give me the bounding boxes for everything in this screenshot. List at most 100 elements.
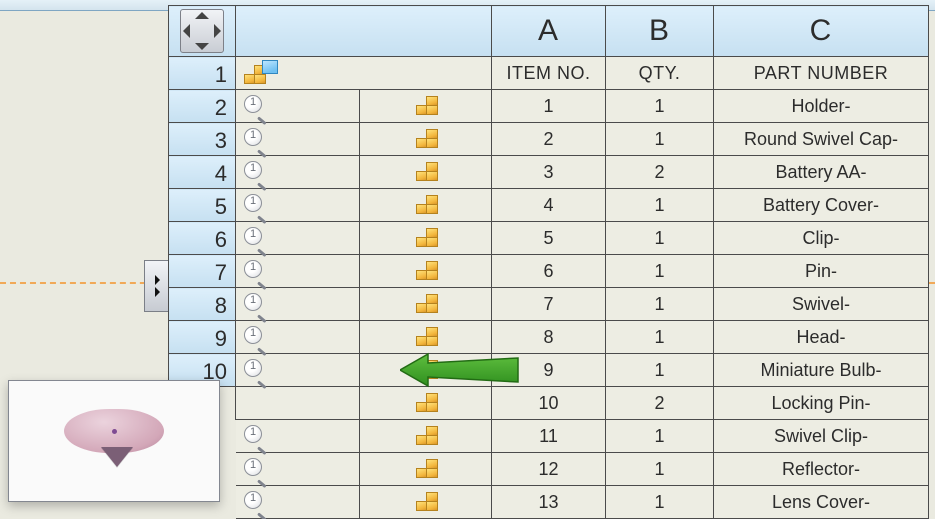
cell-part[interactable]: Swivel Clip- xyxy=(714,420,929,453)
magnifier-cell[interactable]: 1 xyxy=(236,123,360,156)
cell-qty[interactable]: 1 xyxy=(606,453,714,486)
cell-part[interactable]: Reflector- xyxy=(714,453,929,486)
cell-part[interactable]: Clip- xyxy=(714,222,929,255)
cell-qty[interactable]: 1 xyxy=(606,420,714,453)
magnifier-icon: 1 xyxy=(244,194,266,216)
table-row: 1 13 1 Lens Cover- xyxy=(169,486,929,519)
part-icon xyxy=(416,392,442,414)
magnifier-cell[interactable]: 1 xyxy=(236,486,360,519)
cell-item[interactable]: 10 xyxy=(492,387,606,420)
row-header[interactable]: 9 xyxy=(169,321,236,354)
row-header[interactable]: 5 xyxy=(169,189,236,222)
move-handle-cell[interactable] xyxy=(169,6,236,57)
cell-qty[interactable]: 1 xyxy=(606,354,714,387)
cell-item[interactable]: 9 xyxy=(492,354,606,387)
cell-item[interactable]: 1 xyxy=(492,90,606,123)
cell-item[interactable]: 6 xyxy=(492,255,606,288)
row-header[interactable]: 6 xyxy=(169,222,236,255)
cell-qty[interactable]: 1 xyxy=(606,255,714,288)
part-icon xyxy=(416,194,442,216)
column-header-A[interactable]: A xyxy=(492,6,606,57)
cell-item[interactable]: 2 xyxy=(492,123,606,156)
cell-qty[interactable]: 2 xyxy=(606,387,714,420)
magnifier-cell[interactable]: 1 xyxy=(236,156,360,189)
collapse-columns-tab[interactable] xyxy=(144,260,170,312)
cell-qty[interactable]: 1 xyxy=(606,90,714,123)
assembly-icon-cell[interactable] xyxy=(236,57,492,90)
table-row: 1 11 1 Swivel Clip- xyxy=(169,420,929,453)
row-header[interactable]: 2 xyxy=(169,90,236,123)
column-header-C[interactable]: C xyxy=(714,6,929,57)
cell-part[interactable]: Lens Cover- xyxy=(714,486,929,519)
cell-qty[interactable]: 1 xyxy=(606,123,714,156)
part-icon xyxy=(416,227,442,249)
part-icon-cell[interactable] xyxy=(360,486,492,519)
part-icon-cell[interactable] xyxy=(360,354,492,387)
cell-item[interactable]: 8 xyxy=(492,321,606,354)
cell-qty[interactable]: 1 xyxy=(606,321,714,354)
part-icon-cell[interactable] xyxy=(360,90,492,123)
table-label-row: 1 ITEM NO. QTY. PART NUMBER xyxy=(169,57,929,90)
part-icon-cell[interactable] xyxy=(360,387,492,420)
part-icon-cell[interactable] xyxy=(360,189,492,222)
cell-qty[interactable]: 1 xyxy=(606,486,714,519)
cell-qty[interactable]: 1 xyxy=(606,222,714,255)
column-header-B[interactable]: B xyxy=(606,6,714,57)
magnifier-icon: 1 xyxy=(244,293,266,315)
cell-part[interactable]: Battery Cover- xyxy=(714,189,929,222)
part-icon-cell[interactable] xyxy=(360,453,492,486)
cell-part[interactable]: Miniature Bulb- xyxy=(714,354,929,387)
part-icon-cell[interactable] xyxy=(360,288,492,321)
cell-part[interactable]: Swivel- xyxy=(714,288,929,321)
magnifier-cell[interactable]: 1 xyxy=(236,354,360,387)
magnifier-cell[interactable]: 1 xyxy=(236,189,360,222)
bom-table[interactable]: A B C 1 ITEM NO. QTY. PART NUMBER 2 1 xyxy=(168,5,929,519)
magnifier-cell[interactable]: 1 xyxy=(236,321,360,354)
icon-columns-header[interactable] xyxy=(236,6,492,57)
cell-part[interactable]: Round Swivel Cap- xyxy=(714,123,929,156)
cell-qty[interactable]: 1 xyxy=(606,288,714,321)
magnifier-cell[interactable]: 1 xyxy=(236,222,360,255)
magnifier-cell[interactable] xyxy=(236,387,360,420)
row-header[interactable]: 7 xyxy=(169,255,236,288)
cell-qty[interactable]: 1 xyxy=(606,189,714,222)
part-icon xyxy=(416,161,442,183)
magnifier-cell[interactable]: 1 xyxy=(236,288,360,321)
row-header[interactable]: 3 xyxy=(169,123,236,156)
part-icon xyxy=(416,491,442,513)
magnifier-cell[interactable]: 1 xyxy=(236,255,360,288)
part-icon-cell[interactable] xyxy=(360,420,492,453)
row-header[interactable]: 4 xyxy=(169,156,236,189)
cell-part[interactable]: Battery AA- xyxy=(714,156,929,189)
cell-item[interactable]: 3 xyxy=(492,156,606,189)
part-icon xyxy=(416,326,442,348)
cell-part[interactable]: Locking Pin- xyxy=(714,387,929,420)
part-icon-cell[interactable] xyxy=(360,321,492,354)
row-header[interactable]: 8 xyxy=(169,288,236,321)
table-row: 1 12 1 Reflector- xyxy=(169,453,929,486)
cell-item[interactable]: 5 xyxy=(492,222,606,255)
magnifier-cell[interactable]: 1 xyxy=(236,453,360,486)
cell-qty[interactable]: 2 xyxy=(606,156,714,189)
cell-part[interactable]: Holder- xyxy=(714,90,929,123)
cell-item[interactable]: 13 xyxy=(492,486,606,519)
cell-part[interactable]: Pin- xyxy=(714,255,929,288)
magnifier-cell[interactable]: 1 xyxy=(236,90,360,123)
cell-item[interactable]: 4 xyxy=(492,189,606,222)
part-icon-cell[interactable] xyxy=(360,123,492,156)
part-icon-cell[interactable] xyxy=(360,156,492,189)
part-icon-cell[interactable] xyxy=(360,222,492,255)
cell-part[interactable]: Head- xyxy=(714,321,929,354)
magnifier-cell[interactable]: 1 xyxy=(236,420,360,453)
part-icon-cell[interactable] xyxy=(360,255,492,288)
magnifier-icon: 1 xyxy=(244,425,266,447)
magnifier-icon: 1 xyxy=(244,458,266,480)
table-row: 8 1 7 1 Swivel- xyxy=(169,288,929,321)
part-preview-tooltip xyxy=(8,380,220,502)
magnifier-icon: 1 xyxy=(244,260,266,282)
cell-item[interactable]: 11 xyxy=(492,420,606,453)
row-header[interactable]: 1 xyxy=(169,57,236,90)
move-icon xyxy=(180,9,224,53)
cell-item[interactable]: 12 xyxy=(492,453,606,486)
cell-item[interactable]: 7 xyxy=(492,288,606,321)
